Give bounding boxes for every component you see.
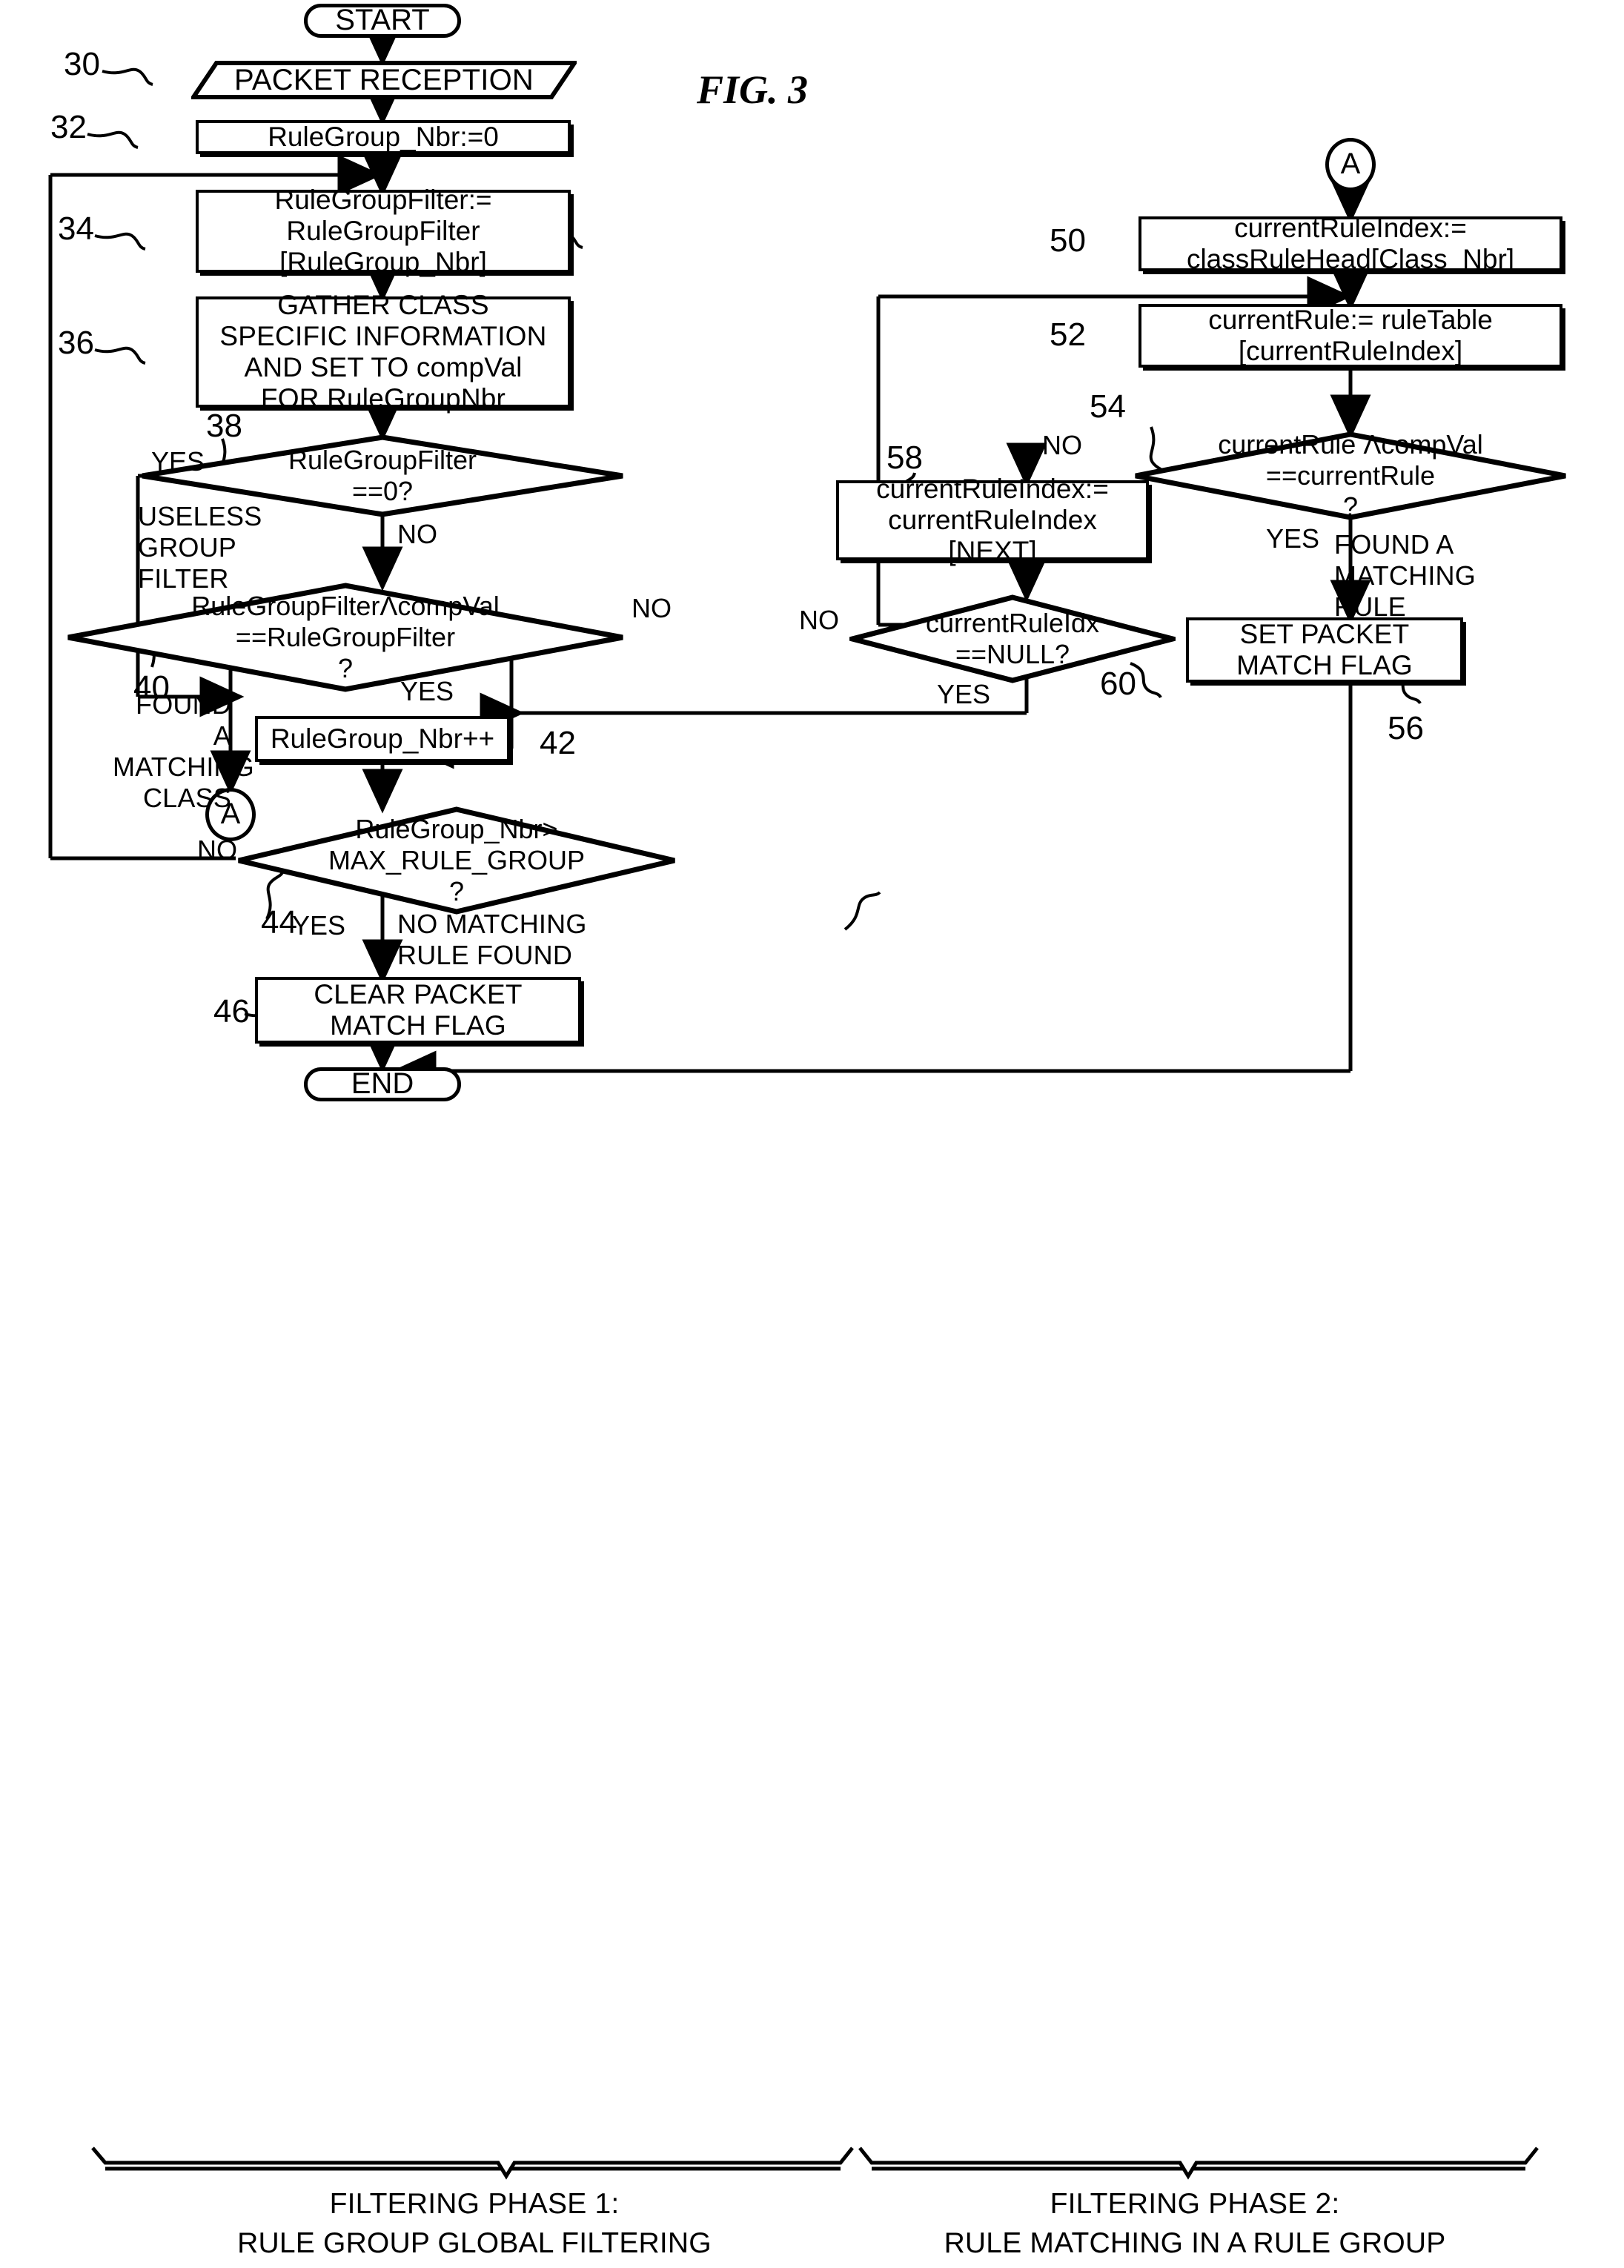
load-rulegroupfilter-process: RuleGroupFilter:= RuleGroupFilter [RuleG… xyxy=(196,185,571,277)
advance-rule-index-line1: currentRuleIndex:= xyxy=(876,473,1109,504)
packet-reception-label: PACKET RECEPTION xyxy=(233,63,534,96)
current-rule-lookup-process: currentRule:= ruleTable [currentRuleInde… xyxy=(1139,304,1562,368)
ref-38: 38 xyxy=(206,408,242,444)
init-rulegroup-nbr-label: RuleGroup_Nbr:=0 xyxy=(268,121,499,152)
no-matching-rule-l2: RULE FOUND xyxy=(397,940,573,970)
edge-label-44-no: NO xyxy=(197,835,237,865)
phase1-caption-line2: RULE GROUP GLOBAL FILTERING xyxy=(237,2227,712,2259)
end-label: END xyxy=(351,1067,414,1101)
found-matching-rule-l2: MATCHING xyxy=(1334,560,1476,591)
edge-label-54-yes: YES xyxy=(1266,523,1320,554)
increment-rulegroup-nbr-label: RuleGroup_Nbr++ xyxy=(270,723,495,754)
no-matching-rule-l1: NO MATCHING xyxy=(397,909,587,939)
init-rulegroup-nbr-process: RuleGroup_Nbr:=0 xyxy=(196,120,571,154)
start-label: START xyxy=(335,4,430,37)
found-matching-class-l1: FOUND A xyxy=(136,689,231,751)
ref-60: 60 xyxy=(1100,666,1136,702)
edge-label-38-yes: YES xyxy=(151,446,205,477)
connector-a-in-label: A xyxy=(1340,147,1361,181)
useless-group-filter-note: USELESS GROUP FILTER xyxy=(138,501,262,594)
phase1-caption-line1: FILTERING PHASE 1: xyxy=(329,2188,620,2220)
load-rulegroupfilter-line3: [RuleGroup_Nbr] xyxy=(279,247,487,278)
class-rule-head-line1: currentRuleIndex:= xyxy=(1234,212,1467,243)
useless-group-filter-l2: GROUP xyxy=(138,532,237,563)
class-rule-head-line2: classRuleHead[Class_Nbr] xyxy=(1186,244,1515,274)
current-rule-lookup-line1: currentRule:= ruleTable xyxy=(1208,304,1493,335)
edge-label-60-no: NO xyxy=(799,605,839,635)
max-rulegroup-decision: RuleGroup_Nbr> MAX_RULE_GROUP ? xyxy=(236,806,677,915)
edge-label-60-yes: YES xyxy=(937,679,991,709)
clear-packet-match-flag-line2: MATCH FLAG xyxy=(330,1010,506,1041)
phase-braces xyxy=(91,2146,1539,2180)
ref-32: 32 xyxy=(50,109,87,145)
found-matching-class-l3: CLASS xyxy=(142,783,231,813)
ref-30: 30 xyxy=(64,46,100,82)
edge-label-44-yes: YES xyxy=(292,910,346,941)
increment-rulegroup-nbr-process: RuleGroup_Nbr++ xyxy=(255,716,510,762)
found-matching-class-note: FOUND A MATCHING CLASS xyxy=(113,689,254,814)
edge-label-40-yes: YES xyxy=(400,676,454,706)
found-matching-rule-note: FOUND A MATCHING RULE xyxy=(1334,529,1476,623)
figure-title: FIG. 3 xyxy=(697,67,809,112)
phase2-caption-line1: FILTERING PHASE 2: xyxy=(1050,2188,1340,2220)
gather-class-info-line4: FOR RuleGroupNbr xyxy=(260,383,506,414)
current-rule-match-decision: currentRule ΛcompVal ==currentRule ? xyxy=(1133,429,1568,522)
figure-canvas: START PACKET RECEPTION RuleGroup_Nbr:=0 … xyxy=(0,0,1624,2268)
no-matching-rule-note: NO MATCHING RULE FOUND xyxy=(397,909,587,971)
set-packet-match-flag-process: SET PACKET MATCH FLAG xyxy=(1186,617,1463,683)
ref-42: 42 xyxy=(540,725,576,761)
ref-50: 50 xyxy=(1050,222,1086,259)
found-matching-rule-l1: FOUND A xyxy=(1334,529,1454,560)
current-rule-lookup-line2: [currentRuleIndex] xyxy=(1238,336,1463,366)
useless-group-filter-l1: USELESS xyxy=(138,501,262,531)
edge-label-40-no: NO xyxy=(632,593,672,623)
gather-class-info-line2: SPECIFIC INFORMATION xyxy=(219,320,547,351)
advance-rule-index-process: currentRuleIndex:= currentRuleIndex [NEX… xyxy=(836,474,1149,566)
advance-rule-index-line2: currentRuleIndex xyxy=(888,504,1097,535)
connector-a-in: A xyxy=(1325,138,1376,191)
load-rulegroupfilter-line2: RuleGroupFilter xyxy=(286,215,480,246)
ref-52: 52 xyxy=(1050,316,1086,353)
ref-46: 46 xyxy=(213,993,250,1029)
class-rule-head-process: currentRuleIndex:= classRuleHead[Class_N… xyxy=(1139,212,1562,274)
gather-class-info-process: GATHER CLASS SPECIFIC INFORMATION AND SE… xyxy=(196,290,571,414)
advance-rule-index-line3: [NEXT] xyxy=(948,536,1037,567)
gather-class-info-line3: AND SET TO compVal xyxy=(244,352,523,382)
phase2-caption-line2: RULE MATCHING IN A RULE GROUP xyxy=(944,2227,1446,2259)
set-packet-match-flag-line2: MATCH FLAG xyxy=(1236,650,1413,680)
ref-58: 58 xyxy=(886,440,923,476)
useless-group-filter-l3: FILTER xyxy=(138,563,229,594)
clear-packet-match-flag-process: CLEAR PACKET MATCH FLAG xyxy=(255,977,581,1044)
found-matching-rule-l3: RULE xyxy=(1334,591,1406,622)
end-terminator: END xyxy=(304,1067,461,1101)
ref-36: 36 xyxy=(58,325,94,361)
start-terminator: START xyxy=(304,4,461,38)
ref-56: 56 xyxy=(1388,710,1424,746)
load-rulegroupfilter-line1: RuleGroupFilter:= xyxy=(274,184,492,215)
set-packet-match-flag-line1: SET PACKET xyxy=(1239,618,1410,649)
ref-54: 54 xyxy=(1090,388,1126,425)
clear-packet-match-flag-line1: CLEAR PACKET xyxy=(314,978,523,1009)
ref-34: 34 xyxy=(58,210,94,247)
edge-label-38-no: NO xyxy=(397,519,437,549)
edge-label-54-no: NO xyxy=(1042,430,1082,460)
gather-class-info-line1: GATHER CLASS xyxy=(277,289,489,320)
packet-reception-io: PACKET RECEPTION xyxy=(191,61,577,99)
found-matching-class-l2: MATCHING xyxy=(113,752,254,782)
